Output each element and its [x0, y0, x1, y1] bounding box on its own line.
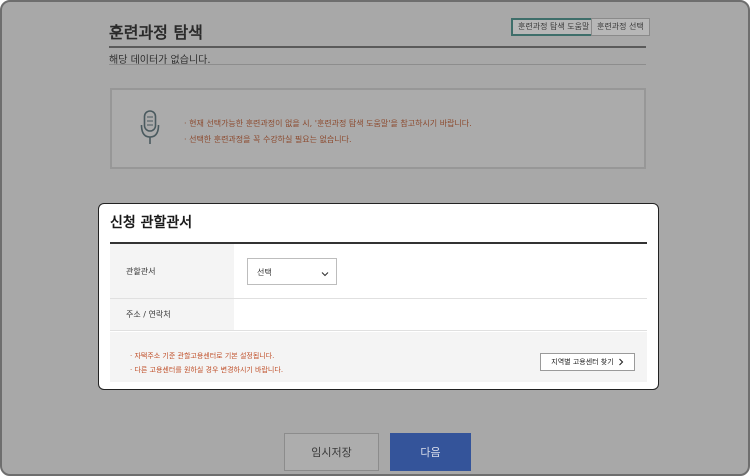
temp-save-button[interactable]: 임시저장: [284, 433, 379, 471]
notice-line: · 현재 선택가능한 훈련과정이 없을 시, '훈련과정 탐색 도움말'을 참고…: [184, 119, 472, 128]
office-label: 관할관서: [110, 244, 234, 298]
office-select-value: 선택: [257, 268, 272, 277]
microphone-icon: [140, 110, 160, 150]
office-modal: 신청 관할관서 관할관서 선택 주소 / 연락처 · 자택주소 기준 관할고용센…: [98, 203, 659, 390]
app-frame: 훈련과정 탐색 훈련과정 탐색 도움말 훈련과정 선택 해당 데이터가 없습니다…: [0, 0, 750, 476]
next-button[interactable]: 다음: [390, 433, 471, 471]
modal-title: 신청 관할관서: [110, 215, 193, 231]
notice-box: · 현재 선택가능한 훈련과정이 없을 시, '훈련과정 탐색 도움말'을 참고…: [110, 88, 646, 169]
office-select[interactable]: 선택: [247, 258, 337, 285]
page-title: 훈련과정 탐색: [109, 23, 203, 42]
notice-line: · 선택한 훈련과정을 꼭 수강하실 필요는 없습니다.: [184, 135, 352, 144]
course-search-help-button[interactable]: 훈련과정 탐색 도움말: [511, 18, 597, 36]
chevron-down-icon: [320, 265, 330, 277]
address-row: 주소 / 연락처: [110, 299, 647, 331]
find-job-center-label: 지역별 고용센터 찾기: [551, 358, 614, 366]
info-line: · 자택주소 기준 관할고용센터로 기본 설정됩니다.: [130, 352, 275, 360]
address-label: 주소 / 연락처: [110, 299, 234, 330]
title-divider: [109, 46, 646, 48]
course-select-button[interactable]: 훈련과정 선택: [591, 18, 650, 36]
office-row: 관할관서 선택: [110, 244, 647, 299]
info-area: · 자택주소 기준 관할고용센터로 기본 설정됩니다. · 다른 고용센터를 원…: [110, 332, 647, 382]
find-job-center-button[interactable]: 지역별 고용센터 찾기: [540, 353, 635, 371]
section-divider: [109, 64, 646, 65]
info-line: · 다른 고용센터를 원하실 경우 변경하시기 바랍니다.: [130, 366, 284, 374]
chevron-right-icon: [618, 358, 623, 366]
